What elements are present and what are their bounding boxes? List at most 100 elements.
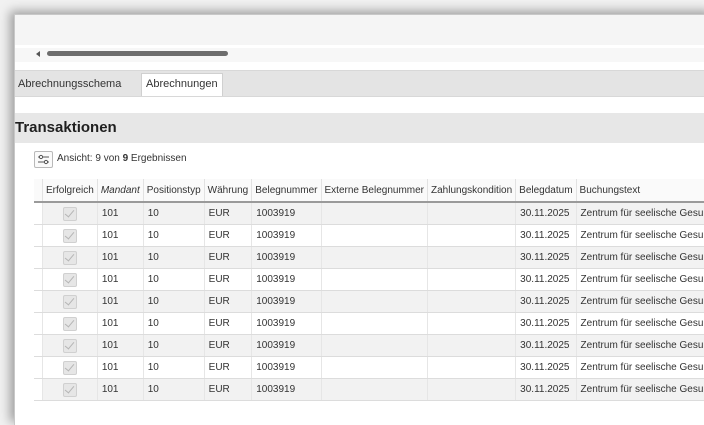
row-select-cell[interactable] [34, 268, 43, 291]
cell-zahlungskondition [427, 268, 517, 291]
column-header-erfolgreich[interactable]: Erfolgreich [42, 179, 98, 203]
cell-belegdatum: 30.11.2025 [515, 334, 577, 357]
cell-waehrung: EUR [204, 202, 253, 225]
table-body: 101 10 EUR 1003919 30.11.2025 Zentrum für see… [34, 202, 704, 401]
cell-zahlungskondition [427, 378, 517, 401]
row-select-cell[interactable] [34, 224, 43, 247]
column-header-waehrung[interactable]: Währung [204, 179, 253, 203]
results-count: Ansicht: 9 von 9 Ergebnissen [57, 153, 187, 164]
cell-waehrung: EUR [204, 224, 253, 247]
success-checkbox [62, 250, 77, 265]
table-row[interactable]: 101 10 EUR 1003919 30.11.2025 Zentrum für see… [34, 246, 704, 269]
row-select-cell[interactable] [34, 356, 43, 379]
results-prefix: Ansicht: 9 von [57, 153, 123, 164]
filter-sliders-icon[interactable] [34, 151, 53, 168]
cell-externe-belegnummer [321, 224, 428, 247]
cell-belegdatum: 30.11.2025 [515, 246, 577, 269]
cell-waehrung: EUR [204, 356, 253, 379]
success-checkbox [62, 294, 77, 309]
cell-belegnummer: 1003919 [251, 246, 322, 269]
column-header-zahlungskondition[interactable]: Zahlungskondition [427, 179, 517, 203]
tab-bar: Abrechnungsschema Abrechnungen [15, 70, 704, 97]
cell-mandant: 101 [97, 268, 144, 291]
cell-mandant: 101 [97, 334, 144, 357]
success-checkbox [62, 272, 77, 287]
cell-buchungstext: Zentrum für seelische Gesundheit [576, 224, 704, 247]
cell-buchungstext: Zentrum für seelische Gesundheit [576, 334, 704, 357]
cell-buchungstext: Zentrum für seelische Gesundheit [576, 312, 704, 335]
cell-belegnummer: 1003919 [251, 290, 322, 313]
cell-positionstyp: 10 [143, 290, 205, 313]
cell-belegdatum: 30.11.2025 [515, 312, 577, 335]
cell-zahlungskondition [427, 356, 517, 379]
scrollbar-thumb[interactable] [47, 51, 228, 56]
cell-belegnummer: 1003919 [251, 224, 322, 247]
cell-externe-belegnummer [321, 334, 428, 357]
cell-belegnummer: 1003919 [251, 356, 322, 379]
row-select-cell[interactable] [34, 202, 43, 225]
cell-buchungstext: Zentrum für seelische Gesundheit [576, 202, 704, 225]
cell-erfolgreich [42, 224, 98, 247]
table-row[interactable]: 101 10 EUR 1003919 30.11.2025 Zentrum für see… [34, 378, 704, 401]
cell-externe-belegnummer [321, 246, 428, 269]
table-row[interactable]: 101 10 EUR 1003919 30.11.2025 Zentrum für see… [34, 356, 704, 379]
cell-mandant: 101 [97, 378, 144, 401]
row-select-cell[interactable] [34, 290, 43, 313]
cell-mandant: 101 [97, 290, 144, 313]
tab-abrechnungen[interactable]: Abrechnungen [141, 73, 223, 96]
cell-positionstyp: 10 [143, 356, 205, 379]
table-row[interactable]: 101 10 EUR 1003919 30.11.2025 Zentrum für see… [34, 224, 704, 247]
cell-belegnummer: 1003919 [251, 312, 322, 335]
cell-erfolgreich [42, 268, 98, 291]
cell-belegnummer: 1003919 [251, 334, 322, 357]
table-row[interactable]: 101 10 EUR 1003919 30.11.2025 Zentrum für see… [34, 202, 704, 225]
column-header-belegnummer[interactable]: Belegnummer [251, 179, 322, 203]
column-header-belegdatum[interactable]: Belegdatum [515, 179, 577, 203]
cell-belegnummer: 1003919 [251, 268, 322, 291]
cell-positionstyp: 10 [143, 224, 205, 247]
cell-erfolgreich [42, 202, 98, 225]
cell-waehrung: EUR [204, 378, 253, 401]
cell-erfolgreich [42, 246, 98, 269]
success-checkbox [62, 316, 77, 331]
table-row[interactable]: 101 10 EUR 1003919 30.11.2025 Zentrum für see… [34, 334, 704, 357]
transactions-table: Erfolgreich Mandant Positionstyp Währung… [34, 179, 704, 401]
cell-belegdatum: 30.11.2025 [515, 290, 577, 313]
cell-erfolgreich [42, 356, 98, 379]
column-header-buchungstext[interactable]: Buchungstext [576, 179, 704, 203]
application-window: Abrechnungsschema Abrechnungen Transakti… [14, 14, 704, 425]
cell-erfolgreich [42, 312, 98, 335]
cell-zahlungskondition [427, 334, 517, 357]
table-row[interactable]: 101 10 EUR 1003919 30.11.2025 Zentrum für see… [34, 290, 704, 313]
row-select-cell[interactable] [34, 378, 43, 401]
table-row[interactable]: 101 10 EUR 1003919 30.11.2025 Zentrum für see… [34, 268, 704, 291]
column-header-externe-belegnummer[interactable]: Externe Belegnummer [321, 179, 428, 203]
table-row[interactable]: 101 10 EUR 1003919 30.11.2025 Zentrum für see… [34, 312, 704, 335]
cell-externe-belegnummer [321, 378, 428, 401]
cell-positionstyp: 10 [143, 268, 205, 291]
column-header-mandant[interactable]: Mandant [97, 179, 144, 203]
scroll-left-arrow-icon[interactable] [36, 51, 40, 57]
row-select-cell[interactable] [34, 334, 43, 357]
cell-waehrung: EUR [204, 334, 253, 357]
column-header-select[interactable] [34, 179, 43, 203]
cell-belegdatum: 30.11.2025 [515, 224, 577, 247]
success-checkbox [62, 228, 77, 243]
cell-mandant: 101 [97, 312, 144, 335]
cell-buchungstext: Zentrum für seelische Gesundheit [576, 246, 704, 269]
cell-waehrung: EUR [204, 268, 253, 291]
cell-belegnummer: 1003919 [251, 202, 322, 225]
column-header-positionstyp[interactable]: Positionstyp [143, 179, 205, 203]
cell-buchungstext: Zentrum für seelische Gesundheit [576, 378, 704, 401]
tab-abrechnungsschema[interactable]: Abrechnungsschema [15, 74, 125, 95]
cell-externe-belegnummer [321, 312, 428, 335]
cell-erfolgreich [42, 378, 98, 401]
cell-positionstyp: 10 [143, 202, 205, 225]
cell-mandant: 101 [97, 202, 144, 225]
row-select-cell[interactable] [34, 312, 43, 335]
row-select-cell[interactable] [34, 246, 43, 269]
section-title: Transaktionen [15, 119, 117, 136]
horizontal-scrollbar[interactable] [15, 48, 704, 62]
success-checkbox [62, 338, 77, 353]
cell-zahlungskondition [427, 290, 517, 313]
